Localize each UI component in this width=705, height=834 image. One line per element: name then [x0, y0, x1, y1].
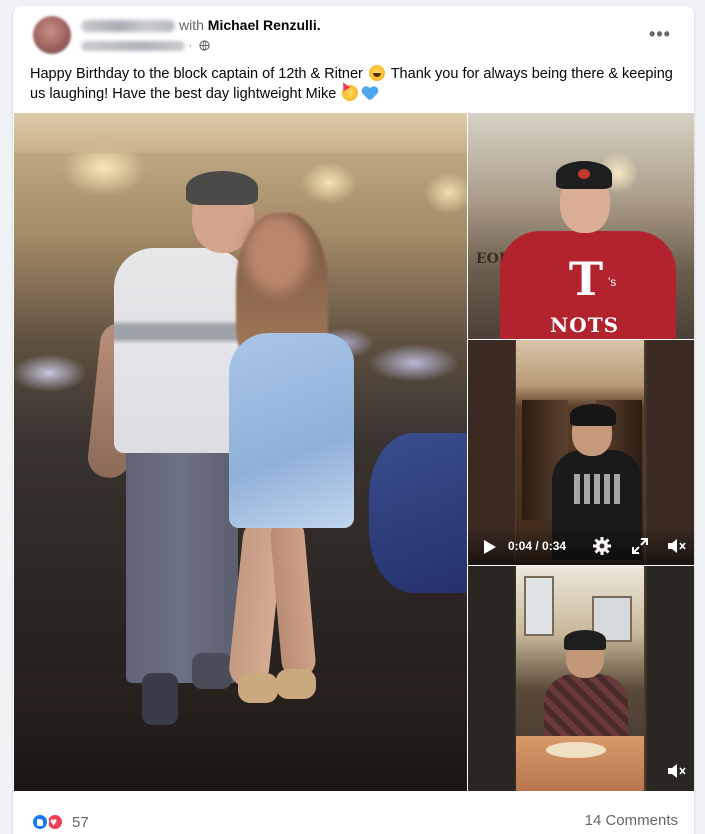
- tagged-user-link[interactable]: Michael Renzulli.: [208, 17, 321, 33]
- post-body-text-start: Happy Birthday to the block captain of 1…: [30, 66, 363, 82]
- man-cap: [186, 171, 258, 205]
- blurred-woman-face: [244, 213, 310, 293]
- ceiling: [14, 113, 467, 153]
- reaction-count: 57: [72, 813, 89, 831]
- video-time: 0:04 / 0:34: [508, 539, 567, 553]
- laughing-emoji-icon: [368, 65, 385, 81]
- author-avatar[interactable]: [33, 16, 71, 54]
- man-pants: [126, 443, 238, 683]
- party-face-emoji-icon: [342, 85, 359, 101]
- like-reaction-icon: [31, 813, 49, 831]
- blurred-timestamp[interactable]: [81, 40, 185, 51]
- play-icon[interactable]: [484, 540, 496, 554]
- blue-heart-emoji-icon: [362, 87, 378, 101]
- blurred-author-name[interactable]: [81, 20, 175, 33]
- video-frame: [516, 566, 644, 791]
- man-hat: [564, 630, 606, 650]
- mute-icon[interactable]: [666, 537, 688, 555]
- shirt-logo-suffix: 's: [608, 275, 617, 289]
- woman-leg-right: [269, 516, 317, 680]
- post-footer: 57 14 Comments: [13, 791, 694, 834]
- woman-shoe-right: [276, 669, 316, 699]
- woman-shoe-left: [238, 673, 278, 703]
- plaid-shirt: [544, 674, 628, 744]
- man-shoe-left: [142, 673, 178, 725]
- post-body: Happy Birthday to the block captain of 1…: [30, 64, 680, 104]
- comments-count-link[interactable]: 14 Comments: [585, 812, 678, 829]
- post-card: with Michael Renzulli. · ••• Happy Birth…: [13, 6, 694, 834]
- window: [524, 576, 554, 636]
- more-options-icon[interactable]: •••: [646, 20, 674, 48]
- reactions-summary[interactable]: 57: [31, 812, 89, 832]
- video-controls: 0:04 / 0:34: [468, 527, 694, 565]
- fullscreen-icon[interactable]: [631, 537, 649, 555]
- shirt-logo-letter: T: [568, 252, 604, 306]
- blue-tablecloth: [369, 433, 467, 593]
- with-label: with: [179, 17, 204, 33]
- post-meta: ·: [81, 38, 210, 54]
- gear-icon[interactable]: [592, 536, 612, 556]
- man-cap: [570, 404, 616, 426]
- top-right-photo[interactable]: EOH T 's NOTS: [468, 113, 694, 339]
- man-cap: [556, 161, 612, 189]
- woman-dress: [229, 333, 354, 528]
- second-video[interactable]: [468, 566, 694, 791]
- globe-icon[interactable]: [199, 40, 210, 52]
- shirt-logo-word: NOTS: [550, 313, 620, 337]
- main-photo[interactable]: [14, 113, 467, 791]
- man-shoe-right: [192, 653, 232, 689]
- table-with-cake: [516, 736, 644, 791]
- video-player[interactable]: 0:04 / 0:34: [468, 340, 694, 565]
- post-header-name: with Michael Renzulli.: [81, 17, 321, 35]
- mute-icon[interactable]: [666, 762, 688, 780]
